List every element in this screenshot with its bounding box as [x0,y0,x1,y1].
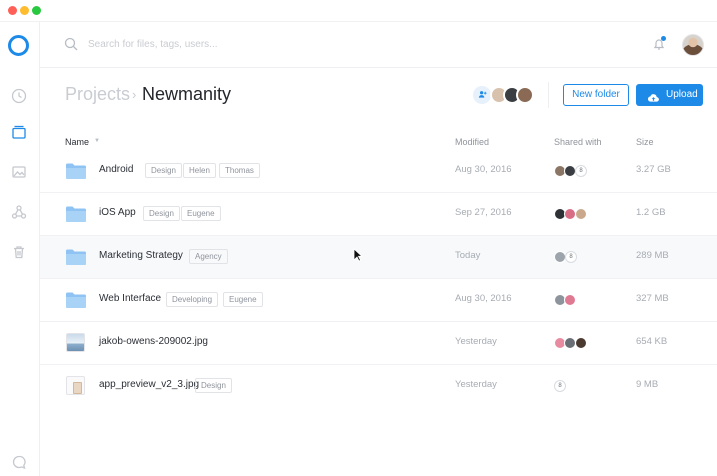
title-bar [0,0,717,22]
upload-label: Upload [666,89,698,100]
shared-user-avatar[interactable] [564,294,576,306]
modified-date: Aug 30, 2016 [455,293,512,304]
tag[interactable]: Design [145,163,182,178]
modified-date: Today [455,250,481,261]
close-window-button[interactable] [8,6,17,15]
table-row[interactable]: jakob-owens-209002.jpg Yesterday 654 KB [40,322,717,365]
page-title: Newmanity [142,84,232,104]
table-row[interactable]: iOS App Design Eugene Sep 27, 2016 1.2 G… [40,193,717,236]
notification-indicator [661,36,666,41]
tag[interactable]: Eugene [223,292,263,307]
file-name[interactable]: Android [99,164,133,175]
file-size: 1.2 GB [636,207,666,218]
sort-arrow-icon[interactable]: ▼ [94,138,100,144]
folder-icon [66,292,86,308]
trash-icon[interactable] [11,244,27,260]
tag[interactable]: Agency [189,249,228,264]
top-bar [40,22,717,68]
tag[interactable]: Thomas [219,163,260,178]
table-row[interactable]: app_preview_v2_3.jpg Design Yesterday 8 … [40,365,717,408]
shared-more-count[interactable]: 8 [565,251,577,263]
app-window: Projects › Newmanity New folder Upload N… [0,0,717,476]
table-header: Name ▼ Modified Shared with Size [40,128,717,152]
cloud-upload-icon [647,90,659,102]
shared-more-count[interactable]: 8 [575,165,587,177]
tag[interactable]: Helen [183,163,216,178]
file-size: 3.27 GB [636,164,671,175]
folders-icon[interactable] [11,124,27,140]
file-name[interactable]: iOS App [99,207,136,218]
column-header-shared[interactable]: Shared with [554,137,602,147]
image-thumbnail [66,376,85,395]
file-size: 289 MB [636,250,669,261]
file-size: 9 MB [636,379,659,390]
table-row[interactable]: Android Design Helen Thomas Aug 30, 2016… [40,150,717,193]
modified-date: Sep 27, 2016 [455,207,512,218]
folder-icon [66,163,86,179]
add-member-icon[interactable] [473,86,491,104]
member-avatar[interactable] [516,86,534,104]
file-size: 654 KB [636,336,668,347]
table-row[interactable]: Web Interface Developing Eugene Aug 30, … [40,279,717,322]
file-name[interactable]: Marketing Strategy [99,250,183,261]
tag[interactable]: Design [143,206,180,221]
modified-date: Aug 30, 2016 [455,164,512,175]
file-name[interactable]: app_preview_v2_3.jpg [99,379,199,390]
search-icon [64,37,78,51]
image-icon[interactable] [11,164,27,180]
mouse-cursor-icon [353,248,363,262]
modified-date: Yesterday [455,379,497,390]
modified-date: Yesterday [455,336,497,347]
app-logo[interactable] [8,35,29,56]
page-header: Projects › Newmanity New folder Upload [40,68,717,128]
folder-icon [66,206,86,222]
minimize-window-button[interactable] [20,6,29,15]
chat-icon[interactable] [11,454,27,470]
column-header-size[interactable]: Size [636,137,654,147]
share-icon[interactable] [11,204,27,220]
tag[interactable]: Developing [166,292,219,307]
file-name[interactable]: jakob-owens-209002.jpg [99,336,208,347]
user-avatar[interactable] [682,34,704,56]
column-header-name[interactable]: Name [65,137,89,147]
upload-button[interactable]: Upload [636,84,703,106]
sidebar [0,22,40,476]
new-folder-button[interactable]: New folder [563,84,629,106]
shared-more-count[interactable]: 8 [554,380,566,392]
table-row[interactable]: Marketing Strategy Agency Today 8 289 MB [40,236,717,279]
breadcrumb-separator: › [132,87,137,102]
maximize-window-button[interactable] [32,6,41,15]
tag[interactable]: Design [195,378,232,393]
tag[interactable]: Eugene [181,206,221,221]
shared-user-avatar[interactable] [575,208,587,220]
column-header-modified[interactable]: Modified [455,137,489,147]
clock-icon[interactable] [11,88,27,104]
search-input[interactable] [88,34,388,54]
shared-user-avatar[interactable] [575,337,587,349]
divider [548,82,549,108]
breadcrumb-parent[interactable]: Projects [65,84,130,105]
folder-icon [66,249,86,265]
image-thumbnail [66,333,85,352]
file-name[interactable]: Web Interface [99,293,161,304]
file-size: 327 MB [636,293,669,304]
